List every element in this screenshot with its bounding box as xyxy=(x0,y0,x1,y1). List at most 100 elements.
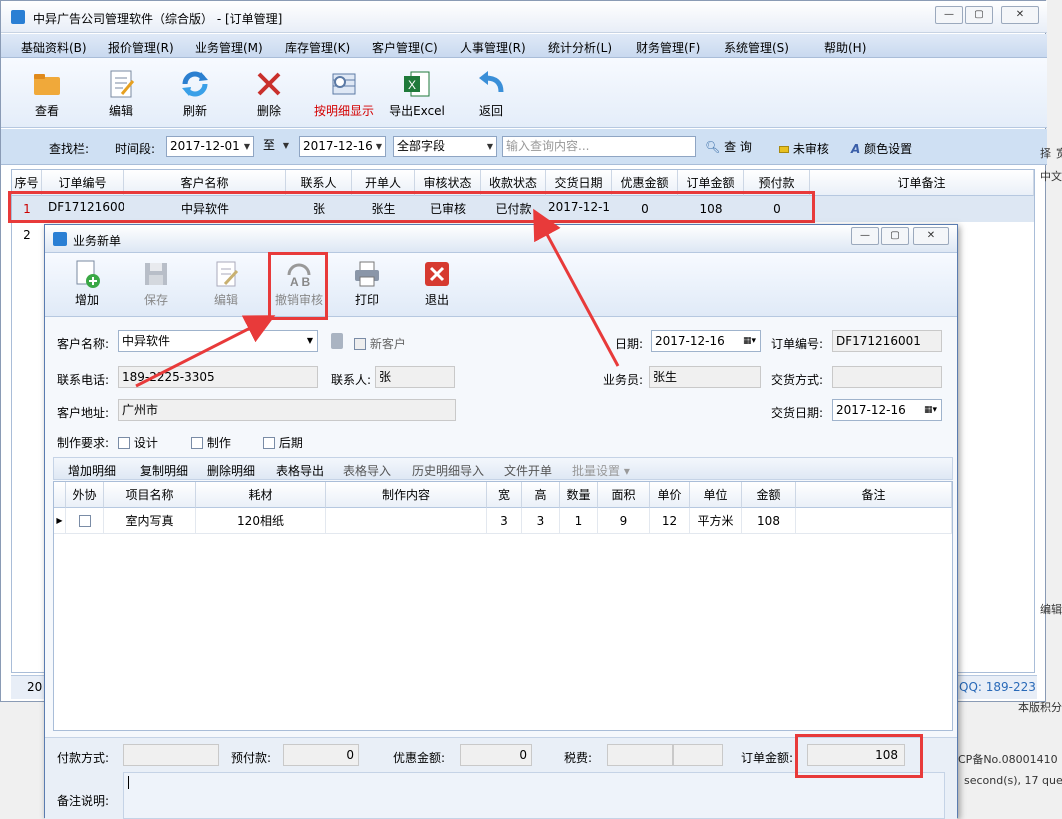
new-customer-checkbox[interactable]: 新客户 xyxy=(354,335,406,352)
detail-cell[interactable]: 120相纸 xyxy=(196,508,326,534)
address-field[interactable]: 广州市 xyxy=(118,399,456,421)
col-header[interactable]: 金额 xyxy=(742,482,796,508)
detail-cell[interactable]: 平方米 xyxy=(690,508,742,534)
main-toolbar: 查看 编辑 刷新 删除 按明细显示 X 导出Excel 返回 xyxy=(1,58,1047,128)
query-button[interactable]: 🔍︎ 查 询 xyxy=(705,138,752,155)
col-header[interactable]: 项目名称 xyxy=(104,482,196,508)
to-select[interactable]: 至 ▼ xyxy=(260,136,292,157)
design-checkbox[interactable]: 设计 xyxy=(118,434,158,451)
delivery-method-field[interactable] xyxy=(832,366,942,388)
date-to-picker[interactable]: 2017-12-16 ▼ xyxy=(299,136,386,157)
col-header[interactable]: 订单备注 xyxy=(810,170,1034,196)
detail-cell[interactable] xyxy=(796,508,952,534)
tax-field-2[interactable] xyxy=(673,744,723,766)
customer-lookup-icon[interactable] xyxy=(331,333,343,349)
close-button[interactable]: ✕ xyxy=(1001,6,1039,24)
date-label: 日期: xyxy=(615,337,644,351)
col-header[interactable]: 备注 xyxy=(796,482,952,508)
col-header[interactable]: 单价 xyxy=(650,482,690,508)
refresh-button[interactable]: 刷新 xyxy=(165,64,225,124)
edit-button[interactable]: 编辑 xyxy=(91,64,151,124)
delete-button[interactable]: 删除 xyxy=(239,64,299,124)
dialog-minimize-button[interactable]: — xyxy=(851,227,879,245)
delivery-date-picker[interactable]: 2017-12-16 ▦▾ xyxy=(832,399,942,421)
menu-statistics[interactable]: 统计分析(L) xyxy=(548,39,612,56)
minimize-button[interactable]: — xyxy=(935,6,963,24)
date-picker[interactable]: 2017-12-16 ▦▾ xyxy=(651,330,761,352)
menu-quote[interactable]: 报价管理(R) xyxy=(108,39,174,56)
export-table-button[interactable]: 表格导出 xyxy=(276,462,324,479)
detail-cell[interactable]: 1 xyxy=(560,508,598,534)
phone-field[interactable]: 189-2225-3305 xyxy=(118,366,318,388)
unapproved-button[interactable]: 未审核 xyxy=(779,140,829,157)
menu-inventory[interactable]: 库存管理(K) xyxy=(285,39,350,56)
menu-help[interactable]: 帮助(H) xyxy=(824,39,866,56)
batch-settings-button[interactable]: 批量设置 ▾ xyxy=(572,462,630,479)
delete-detail-button[interactable]: 删除明细 xyxy=(207,462,255,479)
col-header[interactable]: 宽 xyxy=(487,482,522,508)
menu-hr[interactable]: 人事管理(R) xyxy=(460,39,526,56)
tax-field[interactable] xyxy=(607,744,673,766)
add-document-icon xyxy=(72,259,102,289)
maximize-button[interactable]: ▢ xyxy=(965,6,993,24)
col-header[interactable]: 数量 xyxy=(560,482,598,508)
detail-view-button[interactable]: 按明细显示 xyxy=(311,64,377,124)
remark-textarea[interactable] xyxy=(123,772,945,819)
detail-cell[interactable]: 12 xyxy=(650,508,690,534)
back-arrow-icon xyxy=(475,68,507,100)
export-excel-button[interactable]: X 导出Excel xyxy=(387,64,447,124)
print-button[interactable]: 打印 xyxy=(337,257,397,315)
detail-cell[interactable]: 3 xyxy=(487,508,522,534)
add-detail-button[interactable]: 增加明细 xyxy=(68,462,116,479)
prepay-field[interactable]: 0 xyxy=(283,744,359,766)
order-no-field[interactable]: DF171216001 xyxy=(832,330,942,352)
menu-system[interactable]: 系统管理(S) xyxy=(724,39,789,56)
save-button[interactable]: 保存 xyxy=(126,257,186,315)
back-button[interactable]: 返回 xyxy=(461,64,521,124)
col-header[interactable]: 面积 xyxy=(598,482,650,508)
salesperson-field[interactable]: 张生 xyxy=(649,366,761,388)
date-from-picker[interactable]: 2017-12-01 ▼ xyxy=(166,136,254,157)
make-checkbox[interactable]: 制作 xyxy=(191,434,231,451)
field-select[interactable]: 全部字段 ▼ xyxy=(393,136,497,157)
menu-customer[interactable]: 客户管理(C) xyxy=(372,39,438,56)
menu-finance[interactable]: 财务管理(F) xyxy=(636,39,700,56)
outsource-checkbox[interactable] xyxy=(66,508,104,534)
bg-text-fragment: 本版积分 xyxy=(1018,701,1062,714)
contact-field[interactable]: 张 xyxy=(375,366,455,388)
detail-cell[interactable]: 9 xyxy=(598,508,650,534)
copy-detail-button[interactable]: 复制明细 xyxy=(140,462,188,479)
menu-basic-data[interactable]: 基础资料(B) xyxy=(21,39,87,56)
payment-method-field[interactable] xyxy=(123,744,219,766)
svg-text:X: X xyxy=(408,78,416,92)
discount-field[interactable]: 0 xyxy=(460,744,532,766)
color-settings-button[interactable]: A 颜色设置 xyxy=(851,140,912,157)
import-history-button[interactable]: 历史明细导入 xyxy=(412,462,484,479)
detail-cell[interactable]: 室内写真 xyxy=(104,508,196,534)
customer-name-select[interactable]: 中异软件 ▼ xyxy=(118,330,318,352)
exit-button[interactable]: 退出 xyxy=(407,257,467,315)
detail-cell[interactable] xyxy=(326,508,487,534)
col-header[interactable]: 外协 xyxy=(66,482,104,508)
detail-cell[interactable]: 3 xyxy=(522,508,560,534)
col-header[interactable]: 制作内容 xyxy=(326,482,487,508)
menu-business[interactable]: 业务管理(M) xyxy=(195,39,263,56)
import-table-button[interactable]: 表格导入 xyxy=(343,462,391,479)
query-input[interactable]: 输入查询内容... xyxy=(502,136,696,157)
dialog-close-button[interactable]: ✕ xyxy=(913,227,949,245)
col-header[interactable]: 单位 xyxy=(690,482,742,508)
period-label: 时间段: xyxy=(115,142,156,156)
dialog-maximize-button[interactable]: ▢ xyxy=(881,227,909,245)
view-button[interactable]: 查看 xyxy=(17,64,77,124)
dialog-edit-button[interactable]: 编辑 xyxy=(196,257,256,315)
bg-text-fragment: 中文 xyxy=(1040,170,1062,183)
edit-document-icon xyxy=(105,68,137,100)
file-order-button[interactable]: 文件开单 xyxy=(504,462,552,479)
col-header[interactable]: 高 xyxy=(522,482,560,508)
detail-cell[interactable]: 108 xyxy=(742,508,796,534)
add-button[interactable]: 增加 xyxy=(57,257,117,315)
bg-text-fragment: 编辑 xyxy=(1040,603,1062,616)
printer-icon xyxy=(352,259,382,289)
post-checkbox[interactable]: 后期 xyxy=(263,434,303,451)
col-header[interactable]: 耗材 xyxy=(196,482,326,508)
